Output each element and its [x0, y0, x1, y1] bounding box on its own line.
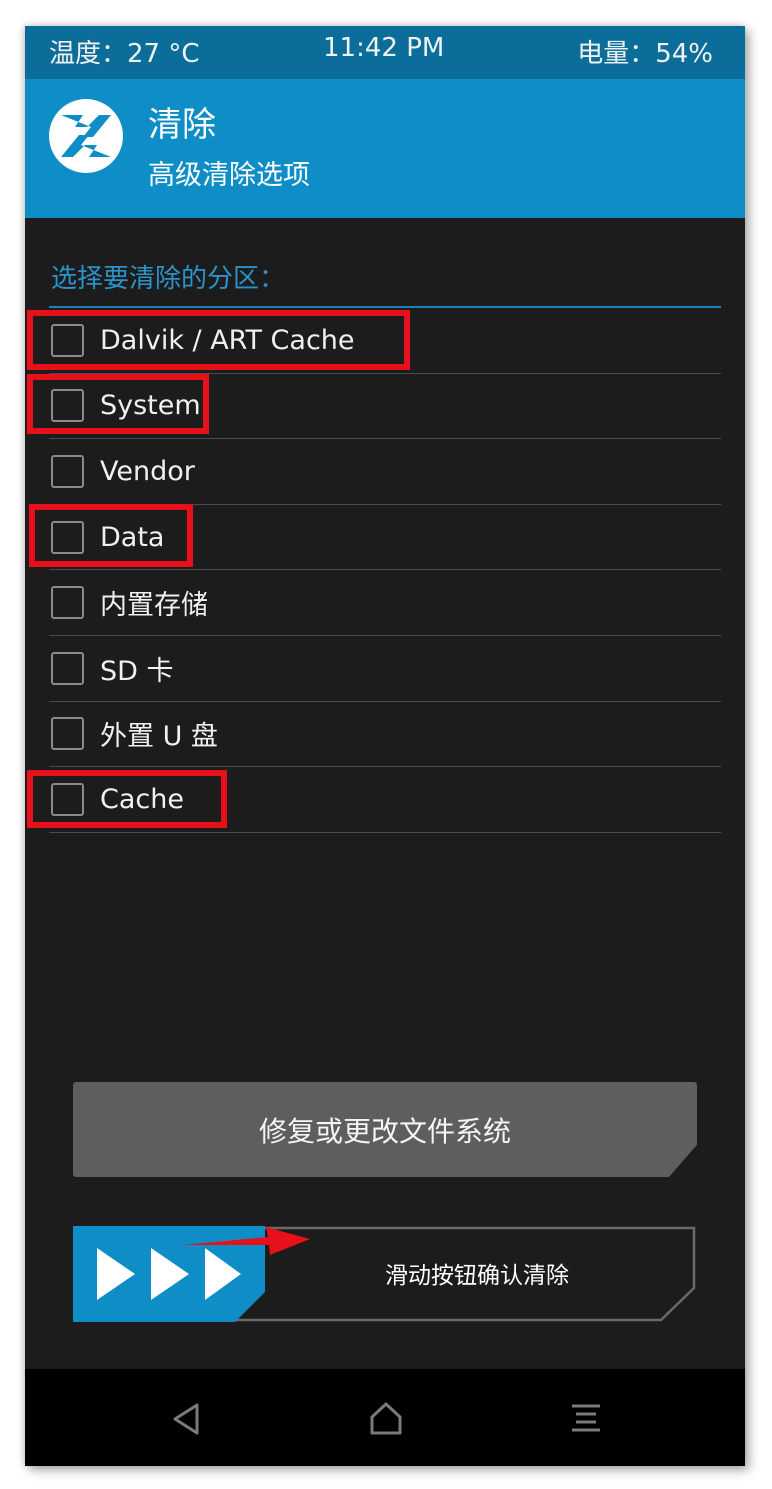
partition-checkbox[interactable] [51, 323, 84, 357]
home-icon[interactable] [366, 1399, 406, 1439]
partition-item-usb-otg[interactable]: 外置 U 盘 [49, 702, 721, 768]
battery-readout: 电量：54% [577, 39, 713, 69]
partition-label: 外置 U 盘 [100, 721, 218, 753]
partition-item-data[interactable]: Data [49, 505, 721, 571]
page-subtitle: 高级清除选项 [148, 160, 310, 191]
menu-lines-icon[interactable] [566, 1399, 606, 1439]
partition-label: Vendor [100, 455, 195, 487]
temperature-readout: 温度：27 °C [49, 39, 200, 69]
repair-filesystem-button[interactable]: 修复或更改文件系统 [73, 1082, 697, 1177]
back-triangle-icon[interactable] [167, 1399, 207, 1439]
partition-label: SD 卡 [100, 655, 174, 687]
page-header: 清除 高级清除选项 [25, 79, 745, 218]
page-title: 清除 [148, 105, 216, 145]
partition-item-cache[interactable]: Cache [49, 767, 721, 833]
partition-item-vendor[interactable]: Vendor [49, 439, 721, 505]
partition-checkbox[interactable] [51, 717, 84, 751]
partition-checkbox[interactable] [51, 586, 84, 620]
partition-section-label: 选择要清除的分区： [51, 264, 286, 294]
swipe-to-wipe-slider[interactable]: 滑动按钮确认清除 [73, 1226, 697, 1322]
slider-label: 滑动按钮确认清除 [385, 1263, 569, 1289]
partition-checkbox[interactable] [51, 454, 84, 488]
partition-item-system[interactable]: System [49, 374, 721, 440]
partition-item-internal-storage[interactable]: 内置存储 [49, 570, 721, 636]
navigation-bar [25, 1369, 745, 1466]
partition-label: Data [100, 521, 165, 553]
partition-checkbox[interactable] [51, 651, 84, 685]
status-bar: 温度：27 °C 11:42 PM 电量：54% [25, 26, 745, 79]
partition-item-dalvik[interactable]: Dalvik / ART Cache [49, 308, 721, 374]
partition-checkbox[interactable] [51, 520, 84, 554]
partition-label: System [100, 390, 201, 422]
partition-checkbox[interactable] [51, 389, 84, 423]
partition-label: Dalvik / ART Cache [100, 324, 355, 356]
partition-label: Cache [100, 783, 184, 815]
partition-label: 内置存储 [100, 590, 208, 622]
swipe-direction-arrow [182, 1227, 310, 1255]
device-screen: 温度：27 °C 11:42 PM 电量：54% 清除 高级清除选项 选择要清除… [25, 26, 745, 1466]
twrp-logo-icon [49, 99, 123, 173]
partition-checkbox[interactable] [51, 782, 84, 816]
partition-list: Dalvik / ART Cache System Vendor Data 内置… [49, 308, 721, 833]
partition-item-sd-card[interactable]: SD 卡 [49, 636, 721, 702]
clock: 11:42 PM [323, 33, 445, 63]
